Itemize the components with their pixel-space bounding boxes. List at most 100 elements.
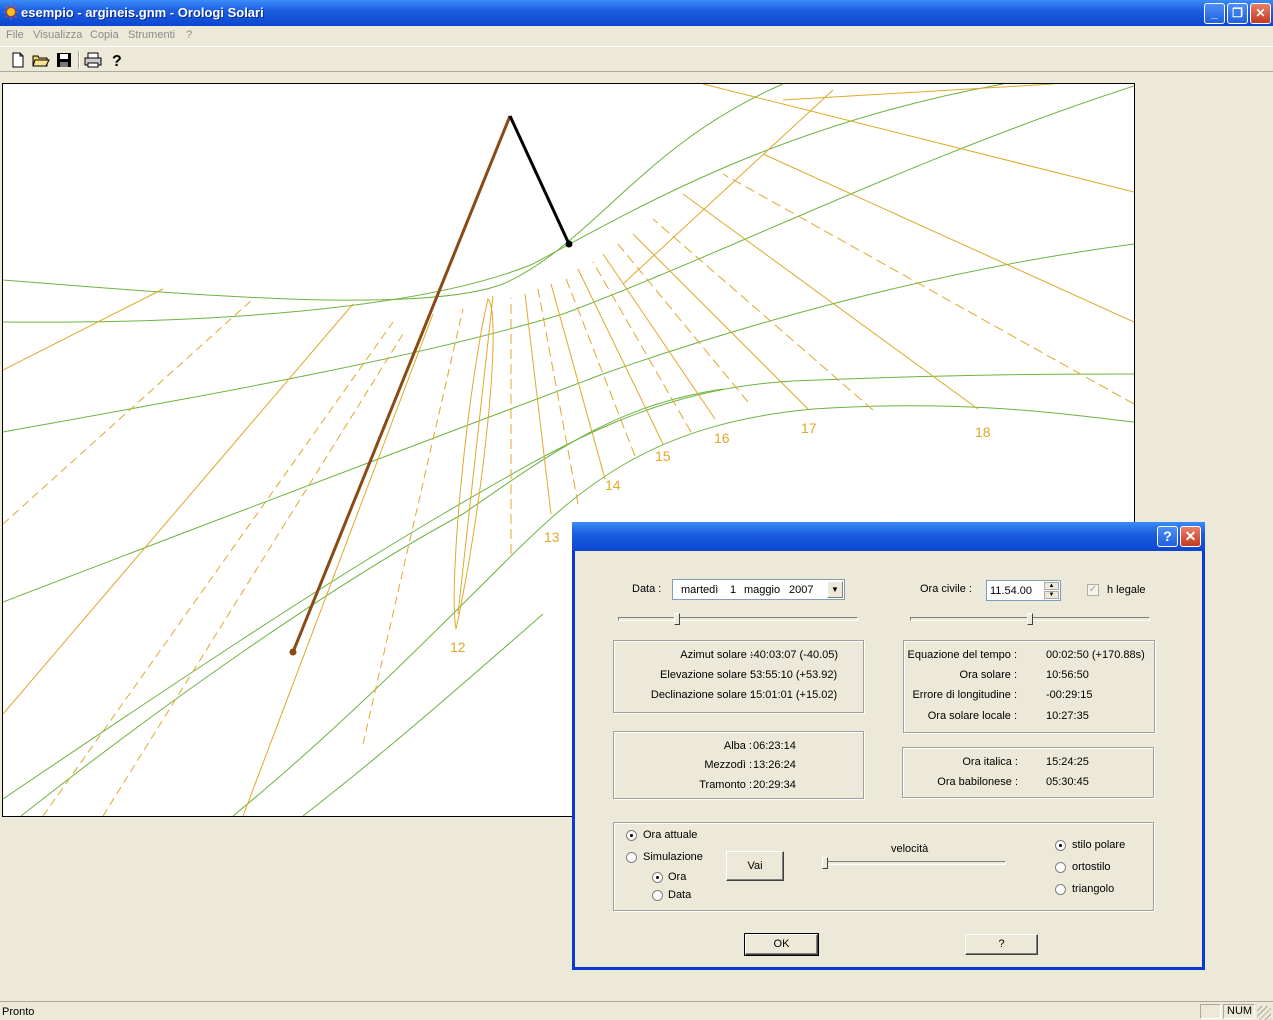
date-year[interactable]: 2007 bbox=[789, 584, 813, 596]
sim-ora-label[interactable]: Ora bbox=[668, 871, 686, 883]
sim-ora-radio[interactable] bbox=[652, 872, 663, 883]
elevazione-value: 53:55:10 (+53.92) bbox=[750, 669, 838, 681]
date-month[interactable]: maggio bbox=[744, 584, 780, 596]
resize-grip-icon[interactable] bbox=[1257, 1006, 1271, 1020]
dialog-titlebar: ? ✕ bbox=[572, 522, 1205, 551]
window-title: esempio - argineis.gnm - Orologi Solari bbox=[21, 5, 264, 20]
simulation-mode-group: Ora attuale Simulazione Ora Data Vai vel… bbox=[613, 822, 1154, 911]
hour-label-15: 15 bbox=[655, 448, 671, 464]
simulazione-radio[interactable] bbox=[626, 852, 637, 863]
ortostilo-radio[interactable] bbox=[1055, 862, 1066, 873]
menu-file[interactable]: File bbox=[6, 29, 24, 41]
ora-babilonese-label: Ora babilonese : bbox=[937, 776, 1018, 788]
minimize-button[interactable]: _ bbox=[1204, 3, 1225, 24]
menu-visualizza[interactable]: Visualizza bbox=[33, 29, 82, 41]
svg-text:?: ? bbox=[112, 53, 122, 70]
close-button[interactable]: ✕ bbox=[1250, 3, 1271, 24]
hour-line bbox=[42, 321, 394, 816]
mezzodi-value: 13:26:24 bbox=[753, 759, 796, 771]
hour-line-12 bbox=[457, 295, 494, 615]
toolbar-separator bbox=[78, 51, 80, 69]
time-value[interactable]: 11.54.00 bbox=[990, 585, 1032, 597]
ora-italica-label: Ora italica : bbox=[962, 756, 1018, 768]
vai-button[interactable]: Vai bbox=[726, 851, 784, 881]
menu-copia[interactable]: Copia bbox=[90, 29, 119, 41]
ora-italica-value: 15:24:25 bbox=[1046, 756, 1089, 768]
spin-up-icon[interactable]: ▲ bbox=[1044, 582, 1059, 590]
tramonto-label: Tramonto : bbox=[699, 779, 752, 791]
sim-data-radio[interactable] bbox=[652, 890, 663, 901]
eq-tempo-label: Equazione del tempo : bbox=[907, 649, 1017, 661]
triangolo-radio[interactable] bbox=[1055, 884, 1066, 895]
polar-style-foot bbox=[289, 648, 297, 656]
ora-solare-label: Ora solare : bbox=[959, 669, 1017, 681]
hour-line bbox=[617, 243, 749, 403]
spin-down-icon[interactable]: ▼ bbox=[1044, 591, 1059, 599]
ortho-style-foot bbox=[565, 240, 573, 248]
hour-line bbox=[3, 303, 354, 715]
ortostilo-label[interactable]: ortostilo bbox=[1072, 861, 1111, 873]
save-icon[interactable] bbox=[54, 50, 74, 70]
hour-line bbox=[782, 84, 1054, 101]
errore-longitudine-label: Errore di longitudine : bbox=[912, 689, 1017, 701]
velocita-label: velocità bbox=[891, 843, 929, 855]
toolbar: ? bbox=[0, 46, 1273, 72]
time-field[interactable]: 11.54.00 ▲ ▼ bbox=[986, 580, 1061, 601]
time-label: Ora civile : bbox=[920, 583, 972, 595]
ortho-style bbox=[508, 115, 571, 245]
ora-attuale-label[interactable]: Ora attuale bbox=[643, 829, 697, 841]
speed-slider-thumb[interactable] bbox=[822, 857, 828, 869]
time-equation-group: Equazione del tempo : 00:02:50 (+170.88s… bbox=[903, 640, 1155, 733]
hour-line bbox=[3, 298, 254, 525]
errore-longitudine-value: -00:29:15 bbox=[1046, 689, 1093, 701]
hour-line-13 bbox=[524, 293, 552, 515]
declination-line bbox=[3, 85, 1134, 433]
sim-data-label[interactable]: Data bbox=[668, 889, 691, 901]
speed-slider[interactable] bbox=[822, 861, 1006, 865]
print-icon[interactable] bbox=[83, 50, 103, 70]
open-folder-icon[interactable] bbox=[31, 50, 51, 70]
hour-line bbox=[622, 89, 834, 285]
hour-line bbox=[3, 288, 164, 371]
hour-line bbox=[722, 173, 1134, 405]
hour-label-12: 12 bbox=[450, 639, 466, 655]
restore-button[interactable]: ❐ bbox=[1227, 3, 1248, 24]
dst-label: h legale bbox=[1107, 584, 1146, 596]
time-slider-thumb[interactable] bbox=[1027, 613, 1033, 625]
date-label: Data : bbox=[632, 583, 662, 595]
status-text: Pronto bbox=[2, 1006, 35, 1018]
alba-value: 06:23:14 bbox=[753, 740, 796, 752]
stilo-polare-radio[interactable] bbox=[1055, 840, 1066, 851]
ora-locale-value: 10:27:35 bbox=[1046, 710, 1089, 722]
chevron-down-icon[interactable]: ▼ bbox=[827, 581, 843, 598]
date-slider-thumb[interactable] bbox=[674, 613, 680, 625]
ok-button[interactable]: OK bbox=[744, 933, 819, 956]
dialog-help-button[interactable]: ? bbox=[1157, 526, 1178, 547]
sunrise-sunset-group: Alba : 06:23:14 Mezzodì : 13:26:24 Tramo… bbox=[613, 731, 864, 799]
dst-checkbox[interactable]: ✓ bbox=[1087, 584, 1099, 596]
status-num-indicator: NUM bbox=[1223, 1004, 1255, 1019]
hour-line bbox=[652, 218, 874, 411]
simulazione-label[interactable]: Simulazione bbox=[643, 851, 703, 863]
hour-line bbox=[102, 333, 404, 816]
hour-label-17: 17 bbox=[801, 420, 817, 436]
azimut-value: -40:03:07 (-40.05) bbox=[750, 649, 839, 661]
menu-help[interactable]: ? bbox=[186, 29, 192, 41]
polar-style bbox=[291, 115, 512, 653]
menu-strumenti[interactable]: Strumenti bbox=[128, 29, 175, 41]
dialog-close-button[interactable]: ✕ bbox=[1180, 526, 1201, 547]
ora-attuale-radio[interactable] bbox=[626, 830, 637, 841]
hour-label-13: 13 bbox=[544, 529, 560, 545]
tramonto-value: 20:29:34 bbox=[753, 779, 796, 791]
hour-label-14: 14 bbox=[605, 477, 621, 493]
date-weekday[interactable]: martedì bbox=[681, 584, 718, 596]
mezzodi-label: Mezzodì : bbox=[704, 759, 752, 771]
new-file-icon[interactable] bbox=[8, 50, 28, 70]
help-cursor-icon[interactable]: ? bbox=[106, 50, 126, 70]
triangolo-label[interactable]: triangolo bbox=[1072, 883, 1114, 895]
stilo-polare-label[interactable]: stilo polare bbox=[1072, 839, 1125, 851]
date-slider[interactable] bbox=[618, 617, 858, 621]
date-picker[interactable]: martedì 1 maggio 2007 ▼ bbox=[672, 579, 845, 600]
date-day[interactable]: 1 bbox=[730, 584, 736, 596]
help-button[interactable]: ? bbox=[965, 934, 1038, 955]
